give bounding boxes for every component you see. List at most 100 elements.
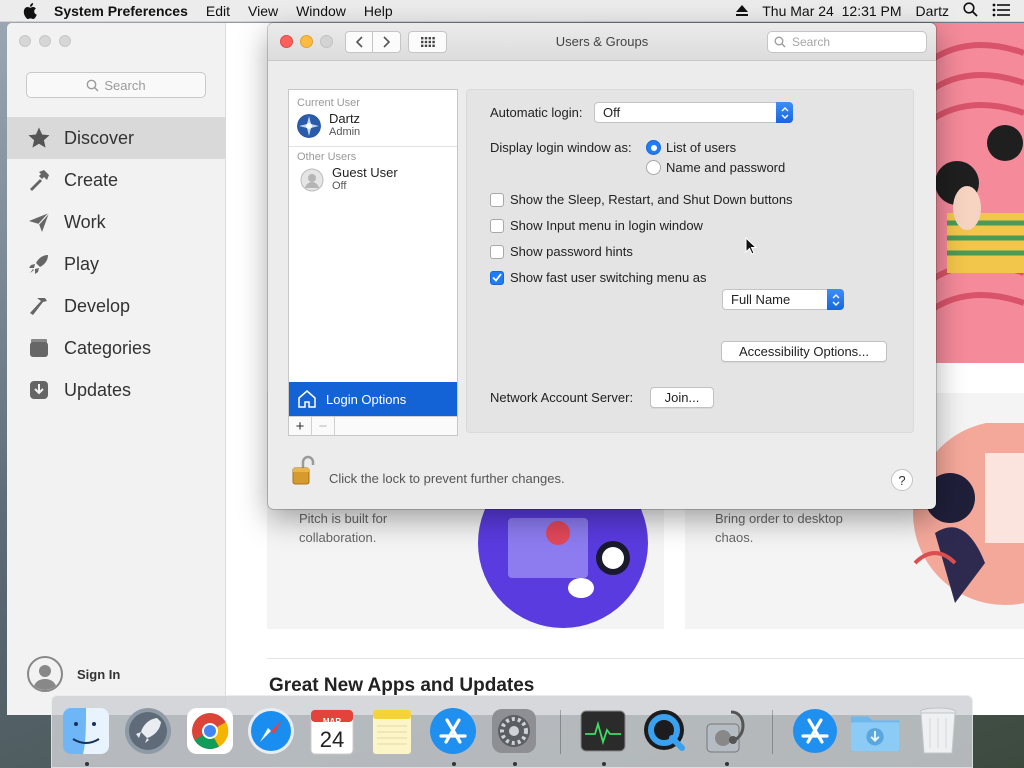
search-placeholder: Search (792, 35, 831, 49)
automatic-login-popup[interactable]: Off (594, 102, 793, 123)
checkbox[interactable] (490, 218, 504, 233)
popup-value: Full Name (731, 292, 791, 307)
checkbox-show-password-hints[interactable]: Show password hints (490, 244, 633, 259)
checkbox-checked[interactable] (490, 270, 504, 285)
dock-activity-monitor-icon[interactable] (577, 705, 629, 757)
dock-downloads-folder-icon[interactable] (849, 705, 901, 757)
list-item-current-user[interactable]: Dartz Admin (289, 109, 457, 142)
apple-menu-icon[interactable] (20, 0, 40, 22)
sidebar-item-work[interactable]: Work (7, 201, 226, 243)
dock-calendar-icon[interactable]: MAR 24 (306, 705, 358, 757)
other-users-header: Other Users (297, 151, 357, 163)
dock-system-preferences-icon[interactable] (488, 705, 540, 757)
minimize-button[interactable] (39, 35, 51, 47)
sidebar-item-discover[interactable]: Discover (7, 117, 226, 159)
dock-notes-icon[interactable] (366, 705, 418, 757)
grid-icon (420, 37, 435, 47)
checkbox[interactable] (490, 192, 504, 207)
radio-label: Name and password (666, 160, 786, 175)
running-indicator (85, 762, 89, 766)
radio-label: List of users (666, 140, 737, 155)
guest-avatar-icon (300, 168, 324, 191)
dock-app-store-folder-icon[interactable] (789, 705, 841, 757)
dock-finder-icon[interactable] (60, 705, 112, 757)
menu-app-name[interactable]: System Preferences (54, 3, 188, 19)
menu-user[interactable]: Dartz (916, 3, 949, 19)
sidebar-item-updates[interactable]: Updates (7, 369, 226, 411)
menu-help[interactable]: Help (364, 3, 393, 19)
checkbox-label: Show password hints (510, 244, 633, 259)
zoom-button[interactable] (59, 35, 71, 47)
preferences-search-field[interactable]: Search (767, 31, 927, 53)
checkbox-fast-user-switching[interactable]: Show fast user switching menu as (490, 270, 707, 285)
zoom-button[interactable] (320, 35, 333, 48)
user-list-footer: + − (289, 416, 457, 436)
sidebar-item-categories[interactable]: Categories (7, 327, 226, 369)
running-indicator (725, 762, 729, 766)
list-item-guest-user[interactable]: Guest User Off (289, 163, 457, 196)
sidebar-item-label: Work (64, 211, 106, 232)
display-login-label: Display login window as: (490, 140, 632, 155)
app-store-sidebar: Search Discover Create Work Play Develop (7, 23, 226, 715)
checkbox-show-input-menu[interactable]: Show Input menu in login window (490, 218, 703, 233)
add-user-button[interactable]: + (289, 417, 312, 436)
popup-stepper-icon (827, 289, 844, 310)
login-options-item[interactable]: Login Options (289, 382, 457, 416)
login-options-label: Login Options (326, 391, 407, 407)
sidebar-item-label: Categories (64, 337, 152, 358)
radio-name-and-password[interactable]: Name and password (646, 160, 785, 175)
checkbox-show-sleep-buttons[interactable]: Show the Sleep, Restart, and Shut Down b… (490, 192, 793, 207)
radio-list-of-users[interactable]: List of users (646, 140, 736, 155)
sidebar-item-label: Create (64, 169, 119, 190)
card-description: Bring order to desktop chaos. (715, 511, 843, 545)
user-role: Off (332, 180, 347, 192)
navigation-buttons (345, 31, 401, 53)
dock-chrome-icon[interactable] (184, 705, 236, 757)
dock-disk-utility-icon[interactable] (700, 705, 752, 757)
remove-user-button[interactable]: − (312, 417, 335, 436)
back-button[interactable] (345, 31, 373, 53)
help-button[interactable]: ? (891, 469, 913, 491)
dock-app-store-icon[interactable] (427, 705, 479, 757)
forward-button[interactable] (373, 31, 401, 53)
fast-switch-popup[interactable]: Full Name (722, 289, 844, 310)
menu-window[interactable]: Window (296, 3, 346, 19)
calendar-day: 24 (319, 727, 345, 752)
rocket-icon (26, 251, 52, 277)
unlocked-lock-icon[interactable] (290, 455, 318, 489)
calendar-month: MAR (322, 717, 342, 726)
sidebar-item-play[interactable]: Play (7, 243, 226, 285)
app-store-search-field[interactable]: Search (26, 72, 206, 98)
menu-edit[interactable]: Edit (206, 3, 230, 19)
dock-launchpad-icon[interactable] (122, 705, 174, 757)
dock-quicktime-icon[interactable] (639, 705, 691, 757)
minimize-button[interactable] (300, 35, 313, 48)
search-icon (86, 79, 99, 92)
menu-clock[interactable]: Thu Mar 24 12:31 PM (762, 3, 901, 19)
avatar-icon (27, 656, 63, 692)
close-button[interactable] (19, 35, 31, 47)
join-button[interactable]: Join... (650, 387, 714, 408)
sign-in-button[interactable]: Sign In (27, 656, 120, 692)
checkbox[interactable] (490, 244, 504, 259)
dock-safari-icon[interactable] (245, 705, 297, 757)
current-user-header: Current User (297, 97, 360, 109)
notification-center-icon[interactable] (992, 3, 1010, 20)
accessibility-options-button[interactable]: Accessibility Options... (721, 341, 887, 362)
spotlight-search-icon[interactable] (963, 2, 978, 20)
menu-view[interactable]: View (248, 3, 278, 19)
show-all-button[interactable] (408, 31, 447, 53)
sidebar-item-develop[interactable]: Develop (7, 285, 226, 327)
paper-plane-icon (26, 209, 52, 235)
radio-button-selected[interactable] (646, 140, 661, 155)
dock-separator (772, 710, 773, 754)
radio-button[interactable] (646, 160, 661, 175)
sidebar-item-create[interactable]: Create (7, 159, 226, 201)
checkmark-icon (492, 273, 502, 282)
checkbox-label: Show the Sleep, Restart, and Shut Down b… (510, 192, 793, 207)
lock-status-text: Click the lock to prevent further change… (329, 471, 565, 486)
eject-icon[interactable] (736, 3, 749, 19)
close-button[interactable] (280, 35, 293, 48)
dock-trash-icon[interactable] (912, 705, 964, 757)
app-store-window-controls (19, 35, 79, 47)
